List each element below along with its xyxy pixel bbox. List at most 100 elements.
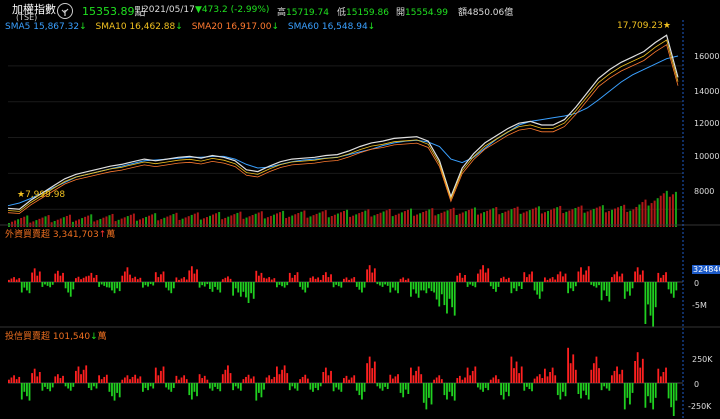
trust-bar (639, 367, 642, 383)
trust-bar (438, 375, 441, 383)
trust-bar (513, 368, 515, 383)
foreign-bar (263, 277, 265, 282)
volume-bar (598, 206, 601, 227)
foreign-bar (554, 279, 557, 282)
foreign-bar (605, 282, 608, 296)
foreign-bar (482, 265, 484, 282)
trust-bar (126, 375, 129, 383)
foreign-bar (98, 282, 100, 287)
volume-bar (120, 218, 123, 227)
trust-bar (41, 383, 44, 391)
trust-bar (533, 378, 536, 383)
trust-bar (257, 383, 260, 393)
leaf-icon[interactable] (57, 3, 73, 19)
trust-bar (44, 383, 46, 387)
open-price: 開15554.99 (396, 8, 448, 18)
foreign-bar (348, 279, 350, 282)
volume-bar (245, 217, 248, 227)
foreign-bar (265, 278, 268, 282)
trust-bar (603, 383, 606, 387)
trust-bar (623, 383, 626, 410)
trust-bar (149, 383, 152, 387)
foreign-bar (559, 271, 562, 282)
volume-bar (449, 209, 452, 227)
y-tick: 12000 (694, 119, 720, 128)
trust-bar (170, 383, 173, 392)
trust-bar (618, 374, 621, 383)
volume-bar (589, 210, 592, 227)
ma-legend-sma60: SMA60 16,548.94↓ (287, 22, 376, 32)
foreign-bar (162, 271, 165, 282)
trust-bar (139, 376, 142, 383)
volume-bar (513, 207, 516, 227)
trust-bar (82, 369, 85, 383)
foreign-bar (105, 282, 108, 288)
low-annotation: ★7,999.98 (17, 190, 66, 200)
volume-bar (674, 191, 677, 227)
foreign-bar (203, 282, 206, 287)
foreign-bar (667, 282, 670, 290)
price-panel (7, 34, 683, 227)
foreign-bar (592, 282, 595, 287)
foreign-bar (237, 282, 240, 293)
trust-bar (188, 383, 191, 396)
foreign-bar (123, 271, 126, 282)
foreign-panel (8, 265, 683, 327)
trust-bar (440, 379, 443, 383)
foreign-bar (152, 282, 155, 286)
foreign-bar (600, 282, 603, 301)
trust-bar (162, 366, 165, 383)
trust-bar (121, 379, 124, 383)
foreign-bar (239, 282, 242, 297)
trust-pos-tick: 250K (692, 355, 713, 364)
trust-bar (59, 378, 62, 383)
foreign-bar (75, 278, 77, 282)
trust-bar (585, 383, 588, 396)
foreign-bar (294, 275, 296, 282)
trust-bar (507, 383, 510, 397)
foreign-bar (15, 279, 18, 282)
foreign-bar (574, 282, 577, 287)
foreign-bar (528, 274, 531, 282)
trust-bar (435, 377, 438, 383)
volume-bar (78, 219, 81, 227)
volume-bar (553, 208, 556, 227)
foreign-bar (417, 282, 420, 298)
volume-bar (614, 208, 617, 227)
trust-bar (371, 368, 374, 383)
trust-bar (404, 383, 407, 390)
foreign-bar (327, 277, 330, 282)
foreign-bar (157, 277, 160, 282)
foreign-bar (129, 274, 131, 282)
y-tick: 14000 (694, 87, 720, 96)
trust-bar (317, 383, 320, 391)
y-tick: 16000 (694, 52, 720, 61)
foreign-bar (188, 270, 191, 282)
trust-bar (621, 369, 624, 383)
foreign-bar (451, 282, 454, 308)
foreign-bar (497, 282, 500, 287)
trust-bar (613, 370, 616, 383)
foreign-bar (221, 279, 224, 282)
volume-bar (157, 220, 160, 227)
foreign-bar (639, 274, 642, 282)
volume-bar (59, 218, 62, 227)
foreign-bar (49, 282, 52, 288)
trust-bar (116, 383, 119, 393)
trust-bar (304, 374, 307, 383)
foreign-bar (567, 282, 569, 294)
trust-bar (569, 363, 572, 383)
trust-bar (26, 383, 28, 397)
foreign-bar (26, 282, 28, 291)
foreign-bar (77, 276, 80, 282)
trust-bar (379, 383, 381, 389)
trust-bar (489, 379, 492, 383)
foreign-bar (631, 282, 634, 289)
trust-bar (407, 383, 410, 394)
volume-bar (662, 193, 665, 227)
foreign-bar (402, 277, 405, 282)
foreign-bar (618, 276, 621, 282)
trust-bar (474, 366, 477, 383)
trust-bar (541, 378, 544, 383)
trust-bar (376, 383, 379, 387)
